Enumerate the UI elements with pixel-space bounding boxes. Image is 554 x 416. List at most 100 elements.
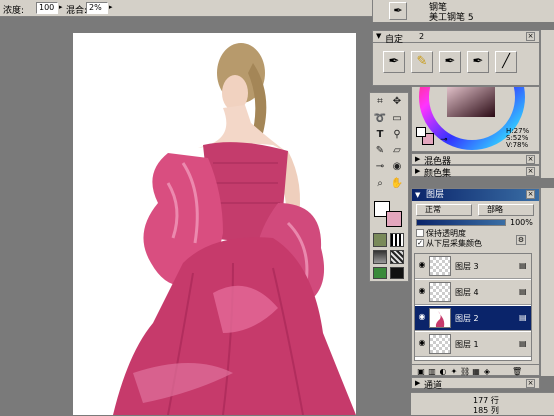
layer-adjust-icon[interactable]: ◈ — [482, 367, 492, 377]
brush-preset-5-icon[interactable]: ╱ — [495, 51, 517, 73]
color-dropper-icon[interactable]: ⊸ — [440, 135, 448, 145]
layer-thumbnail — [429, 282, 451, 302]
collapse-arrow-icon[interactable]: ▼ — [376, 32, 381, 40]
layer-name: 图层 1 — [455, 340, 479, 349]
weave-icon[interactable] — [390, 250, 404, 264]
zoom-tool-icon[interactable]: ⌕ — [373, 177, 387, 191]
eye-icon[interactable]: ◉ — [417, 286, 427, 296]
layer-lock-icon[interactable]: ▦ — [471, 367, 481, 377]
layers-titlebar[interactable]: ▼ 图层 × — [412, 189, 539, 201]
layer-thumbnail — [429, 256, 451, 276]
brush-list-panel: ✒ 钢笔 美工钢笔 5 — [372, 0, 554, 23]
layer-options-icon[interactable]: ⚙ — [516, 235, 526, 245]
crop-tool-icon[interactable]: ⌗ — [373, 95, 387, 109]
layers-scrollbar[interactable] — [540, 188, 554, 376]
preserve-transparency-checkbox[interactable] — [416, 229, 424, 237]
layer-stack-icon: ▤ — [519, 339, 527, 348]
opacity-input[interactable]: 100 — [36, 2, 58, 14]
brush-preset-1-icon[interactable]: ✒ — [383, 51, 405, 73]
layers-bottom-bar: ▣ ▥ ◐ ✦ ⛓ ▦ ◈ 🗑 — [412, 364, 539, 376]
layer-name: 图层 2 — [455, 314, 479, 323]
expand-arrow-icon[interactable]: ▶ — [415, 155, 420, 163]
layer-thumbnail — [429, 308, 451, 328]
expand-arrow-icon[interactable]: ▶ — [415, 167, 420, 175]
paper-texture-icon[interactable] — [373, 233, 387, 247]
dress-artwork — [113, 43, 356, 415]
layer-name: 图层 4 — [455, 288, 479, 297]
sample-below-checkbox[interactable]: ✓ — [416, 239, 424, 247]
rect-select-tool-icon[interactable]: ▭ — [390, 112, 404, 126]
magic-wand-tool-icon[interactable]: ⚲ — [390, 128, 404, 142]
pen-tool-icon[interactable]: ✒ — [389, 2, 407, 20]
layers-title: 图层 — [426, 190, 445, 200]
pattern-texture-icon[interactable] — [390, 233, 404, 247]
opacity-label: 浓度: — [3, 6, 25, 16]
close-icon[interactable]: × — [526, 32, 535, 41]
lasso-tool-icon[interactable]: ➰ — [373, 112, 387, 126]
options-bar: 浓度: 100 ▸ 混合: 2% ▸ — [0, 0, 372, 17]
opacity-slider[interactable] — [416, 219, 506, 226]
brush-tool-icon[interactable]: ✎ — [373, 144, 387, 158]
color-panel: ⊸ H:27% S:52% V:78% — [411, 86, 540, 152]
eye-icon[interactable]: ◉ — [417, 338, 427, 348]
eraser-tool-icon[interactable]: ▱ — [390, 144, 404, 158]
sample-below-label: 从下层采集颜色 — [426, 239, 482, 248]
dropper-tool-icon[interactable]: ⊸ — [373, 160, 387, 174]
brush-item-art-pen[interactable]: 美工钢笔 5 — [429, 10, 474, 23]
status-info: 177 行 185 列 — [411, 392, 554, 415]
layer-new-icon[interactable]: ▣ — [416, 367, 426, 377]
nozzle-icon[interactable] — [390, 267, 404, 279]
blend-mode-select[interactable]: 正常 — [416, 204, 472, 216]
layer-opacity-value: 100% — [510, 218, 533, 227]
custom-brush-row: ✒ ✎ ✒ ✒ ╱ — [383, 51, 523, 75]
layer-delete-icon[interactable]: 🗑 — [512, 367, 522, 377]
layer-row-selected[interactable]: ◉ 图层 2 ▤ — [415, 306, 531, 331]
layer-stack-icon: ▤ — [519, 261, 527, 270]
custom-panel-number: 2 — [419, 32, 425, 41]
blend-stepper-icon[interactable]: ▸ — [109, 3, 113, 11]
blend-label: 混合: — [66, 6, 88, 16]
right-scrollbar[interactable] — [540, 30, 554, 178]
custom-panel-titlebar[interactable]: ▼ 自定 2 × — [373, 31, 539, 45]
close-icon[interactable]: × — [526, 167, 535, 176]
gradient-icon[interactable] — [373, 250, 387, 264]
toolbox: ⌗ ✥ ➰ ▭ T ⚲ ✎ ▱ ⊸ ◉ ⌕ ✋ — [369, 92, 409, 282]
mixer-panel-header[interactable]: ▶ 混色器 × — [411, 153, 540, 167]
opacity-stepper-icon[interactable]: ▸ — [59, 3, 63, 11]
layer-row[interactable]: ◉ 图层 4 ▤ — [415, 280, 531, 305]
close-icon[interactable]: × — [526, 379, 535, 388]
fill-tool-icon[interactable]: ◉ — [390, 160, 404, 174]
move-tool-icon[interactable]: ✥ — [390, 95, 404, 109]
layer-effect-icon[interactable]: ✦ — [449, 367, 459, 377]
channels-panel-header[interactable]: ▶ 通道 × — [411, 377, 540, 391]
channels-title: 通道 — [424, 381, 443, 391]
custom-panel-title: 自定 — [385, 35, 404, 45]
color-set-panel-header[interactable]: ▶ 颜色集 × — [411, 165, 540, 179]
look-icon[interactable] — [373, 267, 387, 279]
brush-preset-2-icon[interactable]: ✎ — [411, 51, 433, 73]
hand-tool-icon[interactable]: ✋ — [390, 177, 404, 191]
brush-preset-3-icon[interactable]: ✒ — [439, 51, 461, 73]
expand-arrow-icon[interactable]: ▶ — [415, 379, 420, 387]
layer-name: 图层 3 — [455, 262, 479, 271]
layer-mask-icon[interactable]: ◐ — [438, 367, 448, 377]
background-color-swatch[interactable] — [386, 211, 402, 227]
document-canvas[interactable] — [73, 33, 356, 415]
brush-preset-4-icon[interactable]: ✒ — [467, 51, 489, 73]
eye-icon[interactable]: ◉ — [417, 260, 427, 270]
close-icon[interactable]: × — [526, 155, 535, 164]
hsv-v: V:78% — [506, 141, 529, 149]
blend-input[interactable]: 2% — [86, 2, 108, 14]
color-bg-chip[interactable] — [416, 127, 426, 137]
layer-stack-icon: ▤ — [519, 313, 527, 322]
eye-icon[interactable]: ◉ — [417, 312, 427, 322]
layer-row[interactable]: ◉ 图层 3 ▤ — [415, 254, 531, 279]
text-tool-icon[interactable]: T — [373, 128, 387, 142]
layer-group-icon[interactable]: ▥ — [427, 367, 437, 377]
custom-panel: ▼ 自定 2 × ✒ ✎ ✒ ✒ ╱ — [372, 30, 540, 86]
collapse-arrow-icon[interactable]: ▼ — [415, 189, 420, 201]
layer-link-icon[interactable]: ⛓ — [460, 367, 470, 377]
close-icon[interactable]: × — [526, 190, 535, 199]
layer-row[interactable]: ◉ 图层 1 ▤ — [415, 332, 531, 357]
composite-select[interactable]: 部略 — [478, 204, 534, 216]
